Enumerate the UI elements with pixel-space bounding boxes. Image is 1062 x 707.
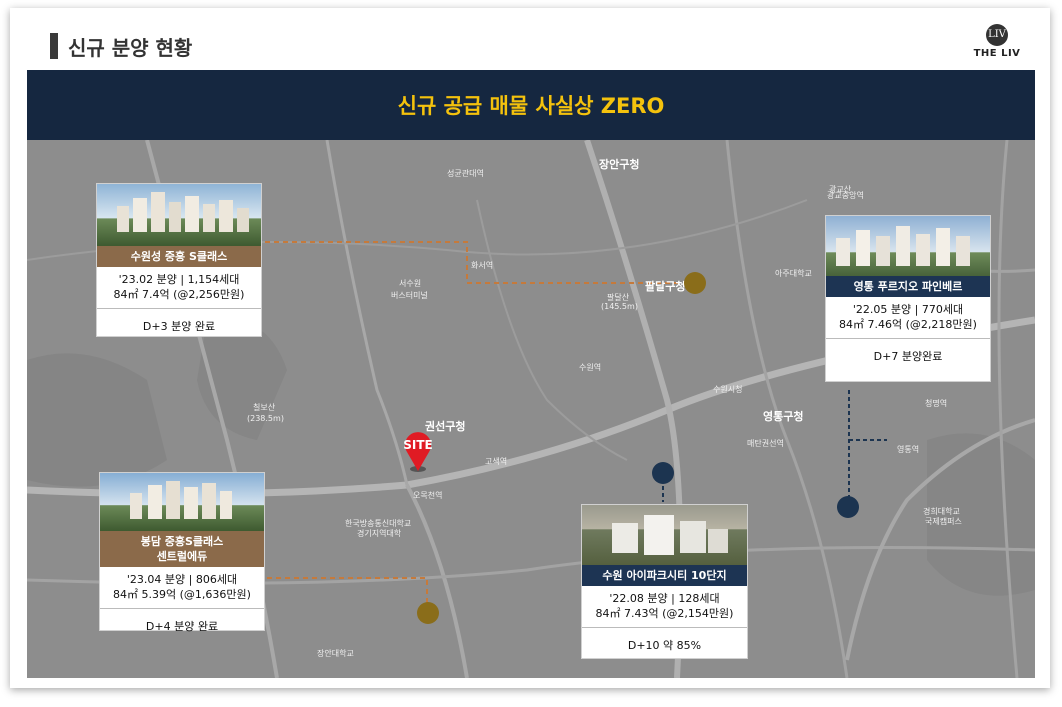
map-label-seosuwon: 서수원 <box>399 279 422 288</box>
card-price: 84㎡ 7.46억 (@2,218만원) <box>839 318 977 331</box>
card-schedule: '23.04 분양 | 806세대 <box>126 573 238 586</box>
map-label-yeongtong-st: 영통역 <box>897 445 920 454</box>
location-dot-suwonseong[interactable] <box>684 272 706 294</box>
card-details: '22.08 분양 | 128세대 84㎡ 7.43억 (@2,154만원) <box>582 586 747 628</box>
site-label: SITE <box>403 438 433 452</box>
map-label-kyunghee-campus: 국제캠퍼스 <box>925 517 962 526</box>
site-marker[interactable]: SITE <box>402 432 434 472</box>
map-label-gosaek: 고색역 <box>485 457 508 466</box>
brand-logo: LIV THE LIV <box>972 24 1022 59</box>
location-dot-ipark[interactable] <box>652 462 674 484</box>
card-status: D+3 분양 완료 <box>142 320 216 333</box>
project-card-yeongtong[interactable]: 영통 푸르지오 파인베르 '22.05 분양 | 770세대 84㎡ 7.46억… <box>825 215 991 382</box>
map-label-chilbosan: 칠보산 <box>253 403 276 412</box>
card-schedule: '22.05 분양 | 770세대 <box>852 303 964 316</box>
map-label-seongdae: 성균관대역 <box>447 169 484 178</box>
project-card-bongdam[interactable]: 봉담 중흥S클래스 센트럴에듀 '23.04 분양 | 806세대 84㎡ 5.… <box>99 472 265 633</box>
building-illustration <box>836 226 970 266</box>
building-photo <box>100 473 264 531</box>
map-label-bus-terminal: 버스터미널 <box>391 291 428 300</box>
map-label-yeongtong: 영통구청 <box>763 410 804 423</box>
building-illustration <box>612 515 728 555</box>
map-label-paldal: 팔달구청 <box>645 280 686 293</box>
card-title: 봉담 중흥S클래스 센트럴에듀 <box>100 531 264 567</box>
location-dot-yeongtong[interactable] <box>837 496 859 518</box>
map-label-paldalsan-height: (145.5m) <box>601 302 638 311</box>
map-label-jangan: 장안구청 <box>599 158 640 171</box>
card-status: D+4 분양 완료 <box>145 620 219 633</box>
card-title-line2: 센트럴에듀 <box>156 550 208 563</box>
building-illustration <box>117 192 249 232</box>
page-title: 신규 분양 현황 <box>68 35 193 60</box>
card-details: '22.05 분양 | 770세대 84㎡ 7.46억 (@2,218만원) <box>826 297 990 339</box>
card-schedule: '23.02 분양 | 1,154세대 <box>118 273 240 286</box>
headline-text: 신규 공급 매물 사실상 ZERO <box>397 94 665 118</box>
title-accent-bar <box>50 33 58 59</box>
map-label-omokcheon: 오목천역 <box>413 491 443 500</box>
location-dot-bongdam[interactable] <box>417 602 439 624</box>
card-title: 영통 푸르지오 파인베르 <box>826 276 990 297</box>
card-schedule: '22.08 분양 | 128세대 <box>609 592 720 605</box>
card-status: D+7 분양완료 <box>873 350 943 363</box>
map-label-suwon-station: 수원역 <box>579 363 602 372</box>
map-label-gwanggyo-st: 광교중앙역 <box>827 191 864 200</box>
card-price: 84㎡ 5.39억 (@1,636만원) <box>113 588 251 601</box>
map-label-suwon-city: 수원시청 <box>713 385 743 394</box>
card-status: D+10 약 85% <box>627 639 702 652</box>
page-title-bar: 신규 분양 현황 <box>50 32 192 60</box>
card-details: '23.02 분양 | 1,154세대 84㎡ 7.4억 (@2,256만원) <box>97 267 261 309</box>
map-label-maetan: 매탄권선역 <box>747 439 784 448</box>
card-title-line1: 봉담 중흥S클래스 <box>140 535 224 548</box>
map-label-cheongmyeong: 청명역 <box>925 399 948 408</box>
card-price: 84㎡ 7.43억 (@2,154만원) <box>595 607 734 620</box>
card-title: 수원성 중흥 S클래스 <box>97 246 261 267</box>
project-card-suwonseong[interactable]: 수원성 중흥 S클래스 '23.02 분양 | 1,154세대 84㎡ 7.4억… <box>96 183 262 337</box>
card-details: '23.04 분양 | 806세대 84㎡ 5.39억 (@1,636만원) <box>100 567 264 609</box>
logo-mark-icon: LIV <box>986 24 1008 46</box>
map-label-ajoo: 아주대학교 <box>775 269 812 278</box>
building-photo <box>826 216 990 276</box>
headline-banner: 신규 공급 매물 사실상 ZERO <box>27 70 1035 140</box>
building-illustration <box>130 481 232 519</box>
logo-text: THE LIV <box>973 48 1021 59</box>
map-label-jangan-univ: 장안대학교 <box>317 649 354 658</box>
map-label-chilbosan-height: (238.5m) <box>247 414 284 423</box>
map-label-gyeonggi: 경기지역대학 <box>357 529 402 538</box>
card-price: 84㎡ 7.4억 (@2,256만원) <box>113 288 245 301</box>
building-photo <box>582 505 747 565</box>
map-label-hwaseo: 화서역 <box>471 261 494 270</box>
project-card-ipark[interactable]: 수원 아이파크시티 10단지 '22.08 분양 | 128세대 84㎡ 7.4… <box>581 504 748 659</box>
building-photo <box>97 184 261 246</box>
card-title: 수원 아이파크시티 10단지 <box>582 565 747 586</box>
